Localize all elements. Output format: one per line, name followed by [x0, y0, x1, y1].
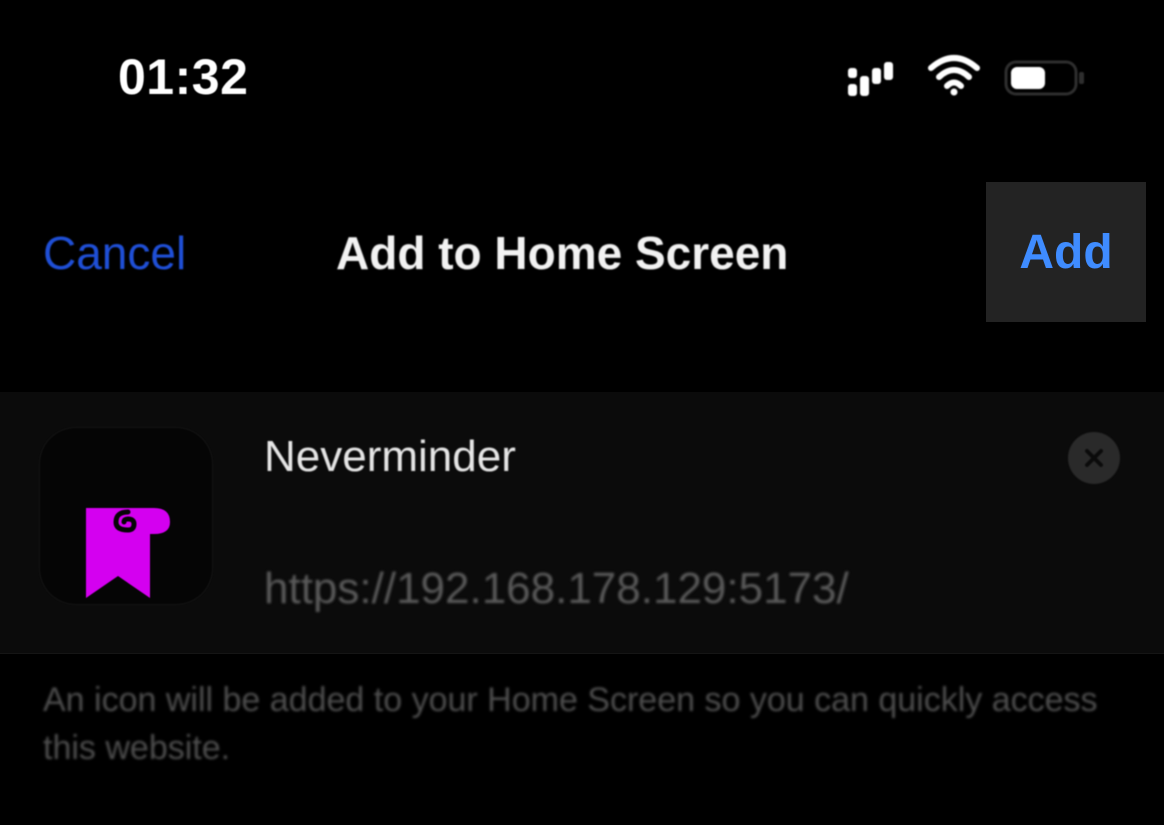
status-time: 01:32	[118, 49, 249, 105]
app-name-input[interactable]	[264, 432, 1044, 482]
wifi-icon	[928, 55, 980, 96]
bookmark-ribbon-icon	[86, 508, 170, 598]
status-bar: 01:32	[0, 0, 1164, 150]
close-icon	[1085, 449, 1103, 467]
battery-icon	[1004, 60, 1084, 96]
divider	[0, 653, 1164, 654]
bookmark-card: https://192.168.178.129:5173/	[0, 392, 1164, 654]
description-text: An icon will be added to your Home Scree…	[43, 681, 1098, 767]
page-title: Add to Home Screen	[336, 227, 789, 279]
cancel-button[interactable]: Cancel	[43, 226, 186, 280]
signal-icon	[848, 62, 893, 96]
add-button[interactable]: Add	[986, 182, 1146, 322]
url-label: https://192.168.178.129:5173/	[264, 564, 849, 613]
app-icon	[40, 428, 212, 604]
nav-bar: Cancel Add to Home Screen Add	[0, 182, 1164, 322]
clear-text-button[interactable]	[1068, 432, 1120, 484]
status-icons	[846, 50, 1096, 102]
